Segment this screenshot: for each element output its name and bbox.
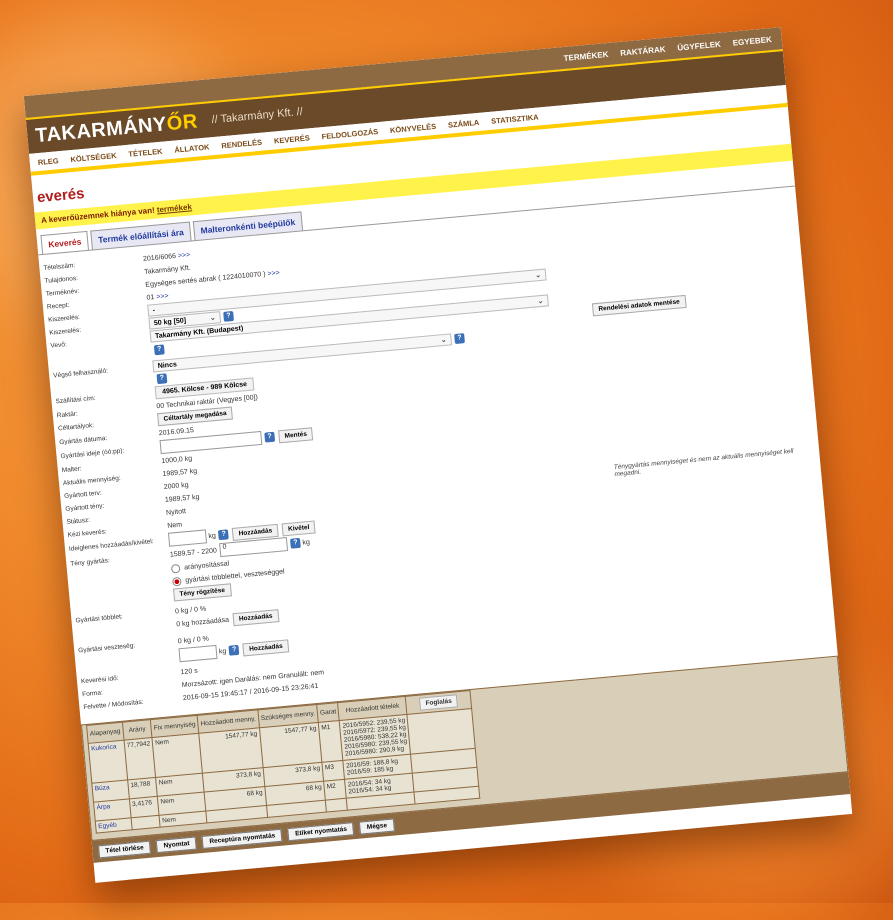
nav-tetelek[interactable]: TÉTELEK bbox=[128, 146, 163, 158]
screenshot-card: TERMÉKEK RAKTÁRAK ÜGYFELEK EGYEBEK TAKAR… bbox=[23, 27, 853, 883]
statusz-value: Nyitott bbox=[165, 507, 187, 517]
recept-value: 01 bbox=[146, 293, 155, 302]
aktualis-value: 1989,57 kg bbox=[162, 467, 198, 478]
veszteseg-input[interactable] bbox=[178, 644, 218, 663]
tulajdonos-value: Takarmány Kft. bbox=[143, 264, 192, 276]
tobblet-hozzaadas-button[interactable]: Hozzáadás bbox=[232, 609, 280, 627]
megse-button[interactable]: Mégse bbox=[359, 818, 395, 835]
top-nav-ugyfelek[interactable]: ÜGYFELEK bbox=[677, 39, 721, 52]
foglalas-button[interactable]: Foglalás bbox=[418, 694, 459, 711]
help-icon[interactable]: ? bbox=[454, 333, 465, 345]
help-icon[interactable]: ? bbox=[218, 529, 230, 541]
receptura-nyomtatas-button[interactable]: Receptúra nyomtatás bbox=[201, 828, 283, 849]
veszteseg-hozzaadas-button[interactable]: Hozzáadás bbox=[242, 638, 290, 656]
chevron-down-icon: ⌄ bbox=[440, 336, 447, 345]
nav-allatok[interactable]: ÁLLATOK bbox=[174, 142, 210, 154]
nav-rleg[interactable]: RLEG bbox=[37, 156, 59, 167]
kezi-value: Nem bbox=[166, 521, 183, 530]
chevron-down-icon: ⌄ bbox=[209, 314, 216, 323]
ingredient-link[interactable]: Egyéb bbox=[98, 822, 117, 831]
radio-aranyositas[interactable] bbox=[170, 563, 181, 574]
ingredient-link[interactable]: Búza bbox=[95, 784, 110, 792]
tetelszam-link[interactable]: >>> bbox=[178, 251, 191, 259]
chevron-down-icon: ⌄ bbox=[537, 297, 544, 306]
help-icon[interactable]: ? bbox=[156, 373, 168, 385]
tetel-torlese-button[interactable]: Tétel törlése bbox=[97, 840, 152, 858]
nyomtat-button[interactable]: Nyomtat bbox=[155, 836, 198, 853]
ingredient-link[interactable]: Kukorica bbox=[91, 743, 117, 752]
nav-keveres[interactable]: KEVERÉS bbox=[274, 133, 311, 145]
nav-feldolgozas[interactable]: FELDOLGOZÁS bbox=[321, 127, 378, 141]
mixing-form: Tételszám: 2016/6066 >>> Tulajdonos: Takar… bbox=[38, 185, 838, 721]
help-icon[interactable]: ? bbox=[153, 343, 165, 355]
top-nav-egyebek[interactable]: EGYEBEK bbox=[732, 35, 772, 48]
company-name: // Takarmány Kft. // bbox=[211, 105, 304, 127]
alert-link[interactable]: termékek bbox=[156, 202, 192, 214]
help-icon[interactable]: ? bbox=[290, 537, 301, 549]
nav-szamla[interactable]: SZÁMLA bbox=[448, 117, 480, 129]
chevron-down-icon: ⌄ bbox=[534, 271, 542, 280]
top-nav-termekek[interactable]: TERMÉKEK bbox=[563, 49, 609, 62]
malter-value: 1000,0 kg bbox=[161, 454, 193, 465]
help-icon[interactable]: ? bbox=[228, 644, 240, 656]
gyartott-teny-value: 1989,57 kg bbox=[164, 493, 200, 504]
ingredient-link[interactable]: Árpa bbox=[96, 803, 110, 811]
radio-tobblet[interactable] bbox=[171, 576, 182, 587]
nav-statisztika[interactable]: STATISZTIKA bbox=[491, 112, 539, 125]
nav-koltsegek[interactable]: KÖLTSÉGEK bbox=[70, 150, 117, 163]
mentes-button[interactable]: Mentés bbox=[278, 426, 314, 443]
recept-link[interactable]: >>> bbox=[156, 292, 169, 300]
kivetel-button[interactable]: Kivétel bbox=[281, 519, 316, 536]
nav-rendeles[interactable]: RENDELÉS bbox=[221, 137, 262, 150]
nav-konyveles[interactable]: KÖNYVELÉS bbox=[390, 121, 437, 134]
help-icon[interactable]: ? bbox=[264, 431, 276, 443]
help-icon[interactable]: ? bbox=[223, 310, 235, 322]
gyartott-terv-value: 2000 kg bbox=[163, 481, 189, 491]
top-nav-raktarak[interactable]: RAKTÁRAK bbox=[620, 44, 666, 57]
etiket-nyomtatas-button[interactable]: Etiket nyomtatás bbox=[287, 821, 355, 841]
termeknev-link[interactable]: >>> bbox=[267, 269, 280, 277]
tetelszam-value: 2016/6066 bbox=[142, 252, 177, 263]
gyartas-datuma-value: 2016.09.15 bbox=[158, 426, 195, 437]
